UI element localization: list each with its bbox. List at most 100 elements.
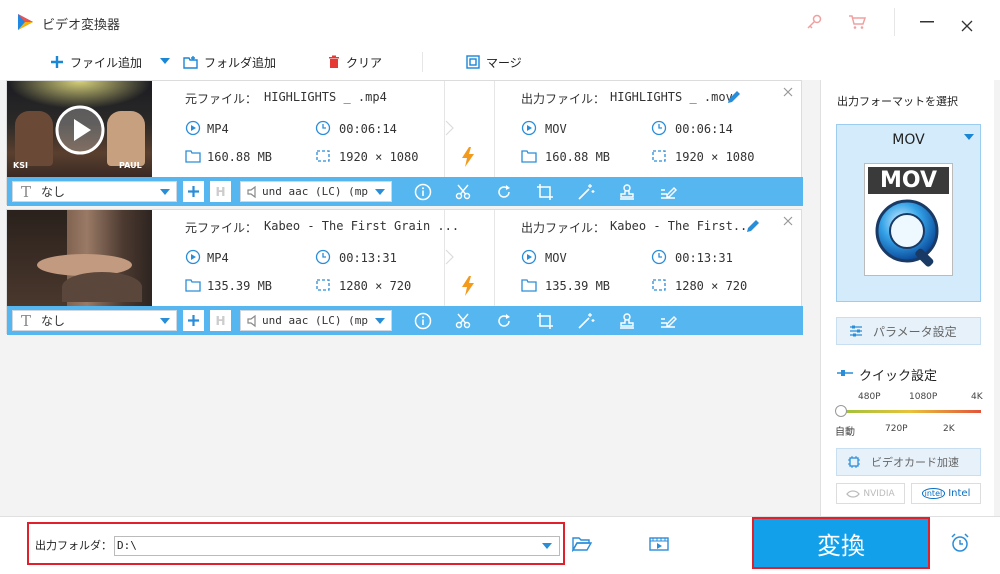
video-format-icon (521, 120, 537, 136)
video-thumbnail[interactable] (7, 210, 152, 306)
output-filename: HIGHLIGHTS _ .mov (610, 90, 733, 104)
subtitle-select[interactable]: T なし (12, 181, 177, 202)
open-folder-icon[interactable] (572, 536, 592, 552)
audio-track-select[interactable]: und aac (LC) (mp (240, 310, 392, 331)
resolution-icon (652, 150, 666, 162)
file-list: KSI PAUL 元ファイル： HIGHLIGHTS _ .mp4 MP4 00… (6, 80, 803, 516)
alarm-clock-icon[interactable] (950, 533, 970, 553)
add-subtitle-button[interactable] (183, 310, 204, 331)
merge-button[interactable]: マージ (466, 44, 522, 80)
plus-icon (51, 56, 63, 68)
toolbar: ファイル追加 フォルダ追加 クリア マージ (0, 44, 1000, 80)
output-format-selector[interactable]: MOV MOV (836, 124, 981, 302)
add-subtitle-button[interactable] (183, 181, 204, 202)
watermark-stamp-icon[interactable] (618, 183, 636, 201)
nvidia-option[interactable]: NVIDIA (836, 483, 905, 504)
folder-size-icon (521, 150, 537, 163)
intel-option[interactable]: intel Intel (911, 483, 981, 504)
add-file-button[interactable]: ファイル追加 (50, 44, 142, 80)
remove-file-icon[interactable] (783, 87, 793, 97)
info-icon[interactable] (414, 312, 432, 330)
output-folder-label: 出力フォルダ： (35, 539, 112, 552)
parameter-settings-button[interactable]: パラメータ設定 (836, 317, 981, 345)
video-format-icon (185, 249, 201, 265)
settings-sliders-icon (850, 325, 862, 337)
remove-file-icon[interactable] (783, 216, 793, 226)
gpu-acceleration-button[interactable]: ビデオカード加速 (836, 448, 981, 476)
edit-pencil-icon[interactable] (745, 218, 761, 234)
minimize-icon[interactable] (920, 21, 934, 23)
info-icon[interactable] (414, 183, 432, 201)
subtitle-edit-icon[interactable] (659, 312, 677, 330)
clock-icon (651, 120, 667, 136)
bottom-bar: 出力フォルダ： D:\ 変換 (0, 516, 1000, 574)
scissors-icon[interactable] (454, 183, 472, 201)
folder-size-icon (521, 279, 537, 292)
title-bar: ビデオ変換器 (0, 0, 1000, 44)
watermark-stamp-icon[interactable] (618, 312, 636, 330)
trash-icon (329, 55, 339, 68)
quality-slider-track[interactable] (839, 410, 981, 413)
convert-button[interactable]: 変換 (752, 517, 930, 569)
mov-format-icon: MOV (864, 163, 953, 276)
selected-format-label: MOV (892, 132, 925, 148)
file-card[interactable]: KSI PAUL 元ファイル： HIGHLIGHTS _ .mp4 MP4 00… (6, 80, 803, 206)
scissors-icon[interactable] (454, 312, 472, 330)
output-folder-input[interactable]: D:\ (114, 536, 560, 556)
video-thumbnail[interactable]: KSI PAUL (7, 81, 152, 177)
output-filename: Kabeo - The First... (610, 219, 755, 233)
arrow-right-icon (445, 120, 454, 136)
plus-icon (188, 186, 199, 197)
source-filename: Kabeo - The First Grain ... (264, 219, 460, 233)
add-file-dropdown-icon[interactable] (160, 58, 170, 65)
chevron-down-icon (160, 189, 170, 195)
plus-icon (188, 315, 199, 326)
speaker-icon (247, 185, 256, 198)
subtitle-edit-icon[interactable] (659, 183, 677, 201)
cart-icon[interactable] (848, 14, 866, 30)
lightning-icon[interactable] (461, 276, 475, 296)
hardsub-button[interactable]: H (210, 181, 231, 202)
file-action-bar: T なし H und aac (LC) (mp (7, 177, 803, 206)
crop-icon[interactable] (536, 183, 554, 201)
play-icon[interactable] (55, 105, 105, 155)
resolution-icon (316, 150, 330, 162)
chevron-down-icon[interactable] (542, 543, 552, 550)
text-icon: T (21, 182, 32, 201)
clock-icon (315, 249, 331, 265)
merge-icon (466, 55, 480, 69)
format-sidebar: 出力フォーマットを選択 MOV MOV パラメータ設定 クイック設定 480P … (820, 80, 994, 516)
lightning-icon[interactable] (461, 147, 475, 167)
video-format-icon (521, 249, 537, 265)
effects-wand-icon[interactable] (577, 312, 595, 330)
quality-slider-handle[interactable] (835, 405, 847, 417)
app-logo-icon (18, 14, 33, 30)
edit-pencil-icon[interactable] (726, 89, 742, 105)
rotate-icon[interactable] (495, 183, 513, 201)
arrow-right-icon (445, 249, 454, 265)
file-card[interactable]: 元ファイル： Kabeo - The First Grain ... MP4 0… (6, 209, 803, 335)
select-format-title: 出力フォーマットを選択 (837, 95, 958, 108)
rotate-icon[interactable] (495, 312, 513, 330)
add-folder-button[interactable]: フォルダ追加 (183, 44, 276, 80)
intel-logo-icon: intel (921, 488, 946, 499)
close-window-icon[interactable] (961, 20, 973, 32)
open-output-video-icon[interactable] (649, 536, 669, 552)
audio-track-select[interactable]: und aac (LC) (mp (240, 181, 392, 202)
effects-wand-icon[interactable] (577, 183, 595, 201)
subtitle-select[interactable]: T なし (12, 310, 177, 331)
hardsub-icon: H (215, 313, 226, 328)
hardsub-icon: H (215, 184, 226, 199)
key-icon[interactable] (806, 14, 822, 30)
clock-icon (315, 120, 331, 136)
crop-icon[interactable] (536, 312, 554, 330)
window-title: ビデオ変換器 (42, 18, 121, 33)
chip-icon (848, 456, 860, 468)
quicktime-logo-icon (875, 199, 939, 267)
chevron-down-icon (375, 318, 385, 324)
hardsub-button[interactable]: H (210, 310, 231, 331)
chevron-down-icon (964, 134, 974, 140)
folder-size-icon (185, 150, 201, 163)
clear-button[interactable]: クリア (328, 44, 382, 80)
chevron-down-icon (375, 189, 385, 195)
